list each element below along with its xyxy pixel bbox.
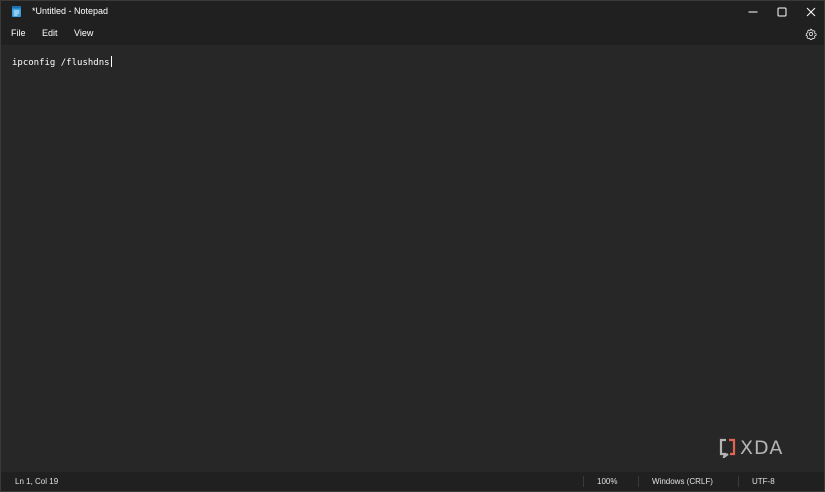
minimize-button[interactable] (738, 1, 768, 23)
gear-icon[interactable] (805, 28, 817, 40)
menu-edit[interactable]: Edit (42, 28, 58, 38)
editor-line: ipconfig /flushdns (12, 58, 110, 68)
window-title: *Untitled - Notepad (32, 6, 109, 16)
notepad-icon (12, 6, 21, 17)
menu-view[interactable]: View (74, 28, 93, 38)
zoom-level[interactable]: 100% (597, 477, 617, 486)
status-separator (583, 476, 584, 487)
menu-file[interactable]: File (11, 28, 26, 38)
status-separator (738, 476, 739, 487)
text-editor[interactable]: ipconfig /flushdns (1, 45, 824, 472)
maximize-icon (777, 7, 787, 17)
status-bar: Ln 1, Col 19 100% Windows (CRLF) UTF-8 (1, 472, 824, 491)
editor-content[interactable]: ipconfig /flushdns (12, 56, 112, 69)
encoding[interactable]: UTF-8 (752, 477, 775, 486)
menu-bar: File Edit View (1, 23, 824, 45)
cursor-position: Ln 1, Col 19 (15, 477, 59, 486)
xda-watermark: XDA (719, 437, 783, 459)
close-button[interactable] (796, 1, 825, 23)
xda-logo-icon (719, 438, 736, 458)
close-icon (806, 7, 816, 17)
line-ending[interactable]: Windows (CRLF) (652, 477, 713, 486)
watermark-text: XDA (740, 437, 784, 459)
notepad-window: *Untitled - Notepad File Edit View ipcon… (0, 0, 825, 492)
maximize-button[interactable] (767, 1, 797, 23)
status-separator (638, 476, 639, 487)
minimize-icon (748, 11, 758, 13)
title-bar[interactable]: *Untitled - Notepad (1, 1, 824, 23)
text-caret (110, 56, 112, 67)
